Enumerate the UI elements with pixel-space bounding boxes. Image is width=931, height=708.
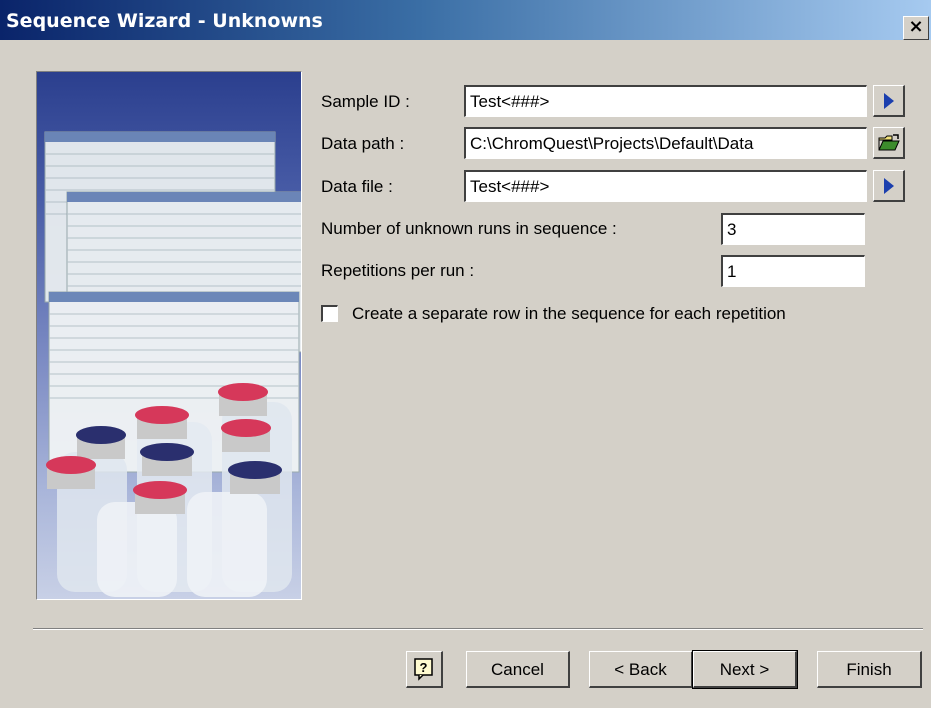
sample-id-input[interactable] bbox=[464, 85, 867, 117]
data-path-label: Data path : bbox=[321, 134, 405, 153]
right-arrow-icon bbox=[883, 92, 894, 109]
wizard-illustration bbox=[36, 71, 302, 600]
open-folder-icon bbox=[878, 133, 900, 150]
repetitions-label: Repetitions per run : bbox=[321, 261, 475, 280]
help-button[interactable]: ? bbox=[406, 651, 443, 688]
sample-id-insert-button[interactable] bbox=[873, 85, 905, 117]
separate-row-checkbox[interactable] bbox=[321, 305, 338, 322]
next-button[interactable]: Next > bbox=[692, 650, 798, 689]
footer-divider bbox=[33, 628, 923, 630]
help-glyph: ? bbox=[420, 660, 428, 675]
data-path-input[interactable] bbox=[464, 127, 867, 159]
close-icon: × bbox=[908, 16, 924, 37]
cancel-button[interactable]: Cancel bbox=[466, 651, 570, 688]
finish-button[interactable]: Finish bbox=[817, 651, 922, 688]
help-icon: ? bbox=[414, 658, 433, 681]
back-button[interactable]: < Back bbox=[589, 651, 693, 688]
window-title: Sequence Wizard - Unknowns bbox=[6, 10, 323, 32]
data-file-insert-button[interactable] bbox=[873, 170, 905, 202]
repetitions-input[interactable] bbox=[721, 255, 865, 287]
data-file-input[interactable] bbox=[464, 170, 867, 202]
close-button[interactable]: × bbox=[903, 16, 929, 40]
sample-id-label: Sample ID : bbox=[321, 92, 410, 111]
num-runs-label: Number of unknown runs in sequence : bbox=[321, 219, 617, 238]
data-path-browse-button[interactable] bbox=[873, 127, 905, 159]
data-file-label: Data file : bbox=[321, 177, 393, 196]
title-bar: Sequence Wizard - Unknowns × bbox=[0, 0, 931, 40]
separate-row-label[interactable]: Create a separate row in the sequence fo… bbox=[352, 304, 786, 324]
num-runs-input[interactable] bbox=[721, 213, 865, 245]
right-arrow-icon bbox=[883, 177, 894, 194]
